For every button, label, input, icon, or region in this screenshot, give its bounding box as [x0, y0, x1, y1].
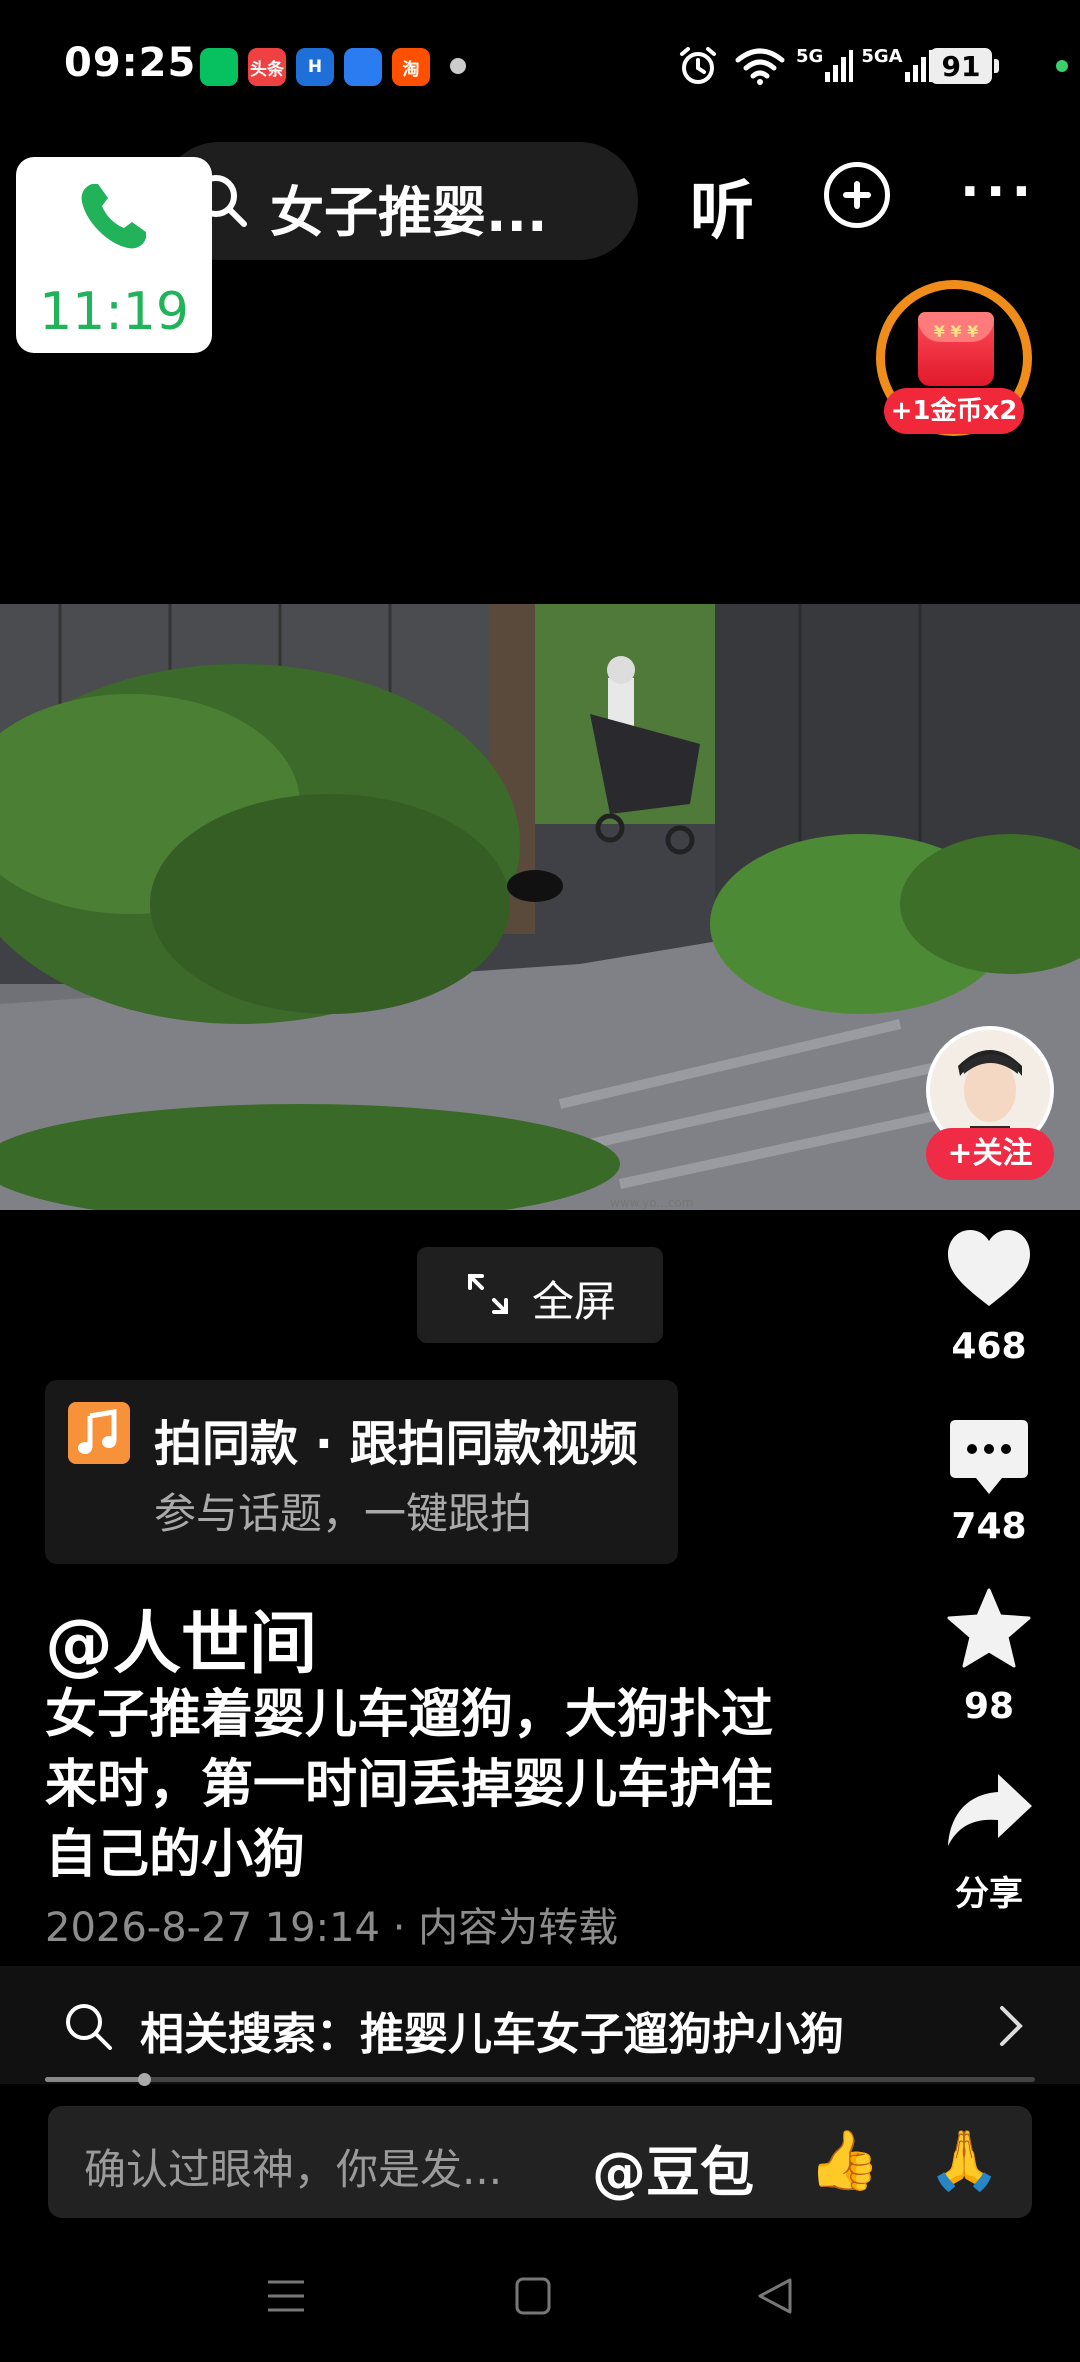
wifi-icon: [735, 48, 785, 85]
follow-button[interactable]: +关注: [926, 1128, 1054, 1180]
share-label: 分享: [955, 1874, 1023, 1914]
menu-nav-icon[interactable]: [266, 2278, 306, 2314]
listen-button[interactable]: 听: [690, 160, 754, 252]
network-5g-label: 5G: [796, 46, 824, 67]
post-description: 女子推着婴儿车遛狗，大狗扑过来时，第一时间丢掉婴儿车护住自己的小狗: [45, 1685, 774, 1885]
fullscreen-label: 全屏: [532, 1277, 617, 1326]
network-5ga-label: 5GA: [861, 46, 903, 67]
favorite-star-icon[interactable]: [946, 1588, 1032, 1670]
mention-doubao-button[interactable]: @豆包: [592, 2128, 754, 2207]
author-name[interactable]: @人世间: [45, 1588, 317, 1687]
red-packet-text: ¥ ¥ ¥: [933, 322, 979, 341]
toutiao-icon: 头条: [248, 48, 286, 86]
privacy-dot-icon: [1056, 60, 1068, 72]
feishu-icon: [344, 48, 382, 86]
video-progress-fill: [45, 2077, 144, 2082]
expand-icon: [468, 1274, 508, 1314]
video-frame: [0, 604, 1080, 1210]
thumbs-up-emoji-button[interactable]: 👍: [808, 2126, 880, 2195]
favorite-count: 98: [963, 1686, 1015, 1727]
like-count: 468: [951, 1326, 1027, 1367]
status-dot-icon: [450, 58, 466, 74]
comment-count: 748: [951, 1506, 1027, 1547]
pray-emoji-button[interactable]: 🙏: [928, 2126, 1000, 2195]
coin-badge[interactable]: +1金币x2: [884, 388, 1024, 434]
template-title: 拍同款 · 跟拍同款视频: [154, 1416, 638, 1472]
search-query[interactable]: 女子推婴...: [270, 168, 548, 247]
related-search-icon: [66, 2004, 112, 2050]
more-button[interactable]: ···: [960, 162, 1037, 222]
comment-placeholder[interactable]: 确认过眼神，你是发...: [84, 2136, 502, 2197]
status-time: 09:25: [64, 40, 197, 86]
chevron-right-icon[interactable]: [996, 2002, 1026, 2050]
phone-icon: [81, 184, 146, 249]
call-duration: 11:19: [39, 282, 189, 342]
add-button[interactable]: [824, 162, 890, 228]
post-meta: 2026-8-27 19:14 · 内容为转载: [45, 1905, 619, 1951]
video-player[interactable]: [0, 604, 1080, 1210]
template-subtitle: 参与话题，一键跟拍: [154, 1489, 533, 1538]
video-progress-handle[interactable]: [138, 2073, 151, 2086]
music-note-icon: [68, 1402, 130, 1464]
back-nav-icon[interactable]: [756, 2276, 794, 2316]
comment-icon[interactable]: [948, 1418, 1030, 1498]
alarm-icon: [680, 47, 716, 84]
battery-indicator: 91: [930, 48, 999, 84]
wechat-icon: [200, 48, 238, 86]
signal-icon-1: [825, 50, 854, 82]
share-icon[interactable]: [946, 1772, 1034, 1848]
video-watermark: www.yo...com: [610, 1196, 694, 1210]
video-progress-track[interactable]: [45, 2077, 1035, 2082]
like-icon[interactable]: [946, 1228, 1032, 1308]
related-search-text[interactable]: 相关搜索：推婴儿车女子遛狗护小狗: [140, 1998, 844, 2062]
blue-app-icon: H: [296, 48, 334, 86]
status-right-icons: 5G 5GA: [676, 44, 935, 88]
home-nav-icon[interactable]: [514, 2276, 552, 2316]
taobao-icon: 淘: [392, 48, 430, 86]
